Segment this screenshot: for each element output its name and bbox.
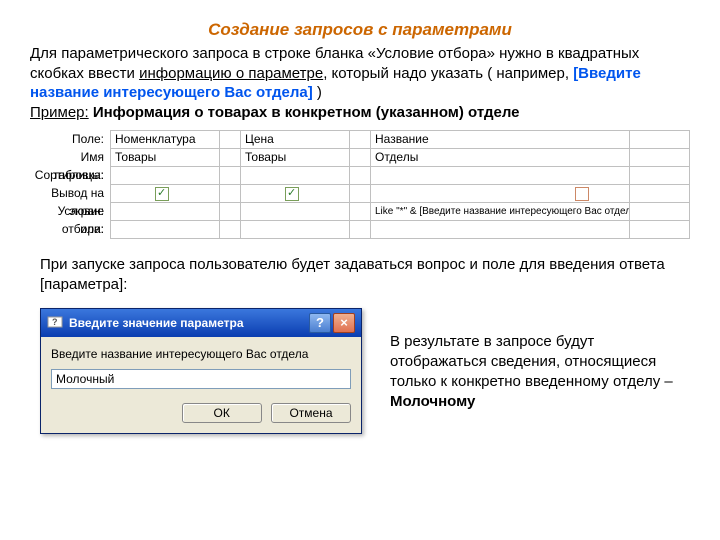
cell-c2-table[interactable]: Товары [240,149,350,167]
help-button[interactable]: ? [309,313,331,333]
cell-c2-or[interactable] [240,221,350,239]
checkbox-icon[interactable] [575,187,589,201]
cell-c4-show[interactable] [630,185,690,203]
intro-text-3: , который надо указать ( например, [323,65,573,82]
cell-c1-sort[interactable] [110,167,220,185]
cell-c4-table[interactable] [630,149,690,167]
query-design-grid: Поле: Имя таблицы: Сортировка: Вывод на … [30,130,690,239]
question-icon: ? [47,315,63,331]
parameter-dialog: ? Введите значение параметра ? × Введите… [40,308,362,434]
svg-text:?: ? [52,317,58,327]
parameter-input[interactable] [51,369,351,389]
label-criteria: Условие отбора: [30,202,104,220]
example-label: Пример: [30,104,89,121]
label-field: Поле: [30,130,104,148]
cell-c2-show[interactable] [240,185,350,203]
cell-c2-field[interactable]: Цена [240,131,350,149]
example-text: Информация о товарах в конкретном (указа… [89,104,520,121]
grid-cells: Номенклатура Цена Название Товары Товары… [110,130,690,239]
cell-c3-table[interactable]: Отделы [370,149,630,167]
cell-c4-field[interactable] [630,131,690,149]
checkbox-icon[interactable] [285,187,299,201]
cell-c3-show[interactable] [370,185,630,203]
close-button[interactable]: × [333,313,355,333]
result-paragraph: В результате в запросе будут отображатьс… [390,308,690,413]
cell-c2-criteria[interactable] [240,203,350,221]
cell-c4-or[interactable] [630,221,690,239]
label-show: Вывод на экран: [30,184,104,202]
cancel-button[interactable]: Отмена [271,403,351,423]
mid-paragraph: При запуске запроса пользователю будет з… [40,255,680,296]
checkbox-icon[interactable] [155,187,169,201]
result-text-1: В результате в запросе будут отображатьс… [390,333,673,391]
cell-c2-sort[interactable] [240,167,350,185]
label-sort: Сортировка: [30,166,104,184]
dialog-titlebar: ? Введите значение параметра ? × [41,309,361,337]
cell-c1-show[interactable] [110,185,220,203]
result-bold: Молочному [390,393,475,410]
cell-c1-or[interactable] [110,221,220,239]
grid-row-labels: Поле: Имя таблицы: Сортировка: Вывод на … [30,130,110,239]
intro-paragraph: Для параметрического запроса в строке бл… [30,44,690,122]
page-title: Создание запросов с параметрами [30,20,690,40]
cell-c1-criteria[interactable] [110,203,220,221]
cell-c4-criteria[interactable] [630,203,690,221]
cell-c1-field[interactable]: Номенклатура [110,131,220,149]
intro-text-4: ) [313,84,322,101]
ok-button[interactable]: ОК [182,403,262,423]
dialog-title: Введите значение параметра [69,316,244,330]
cell-c3-sort[interactable] [370,167,630,185]
dialog-prompt: Введите название интересующего Вас отдел… [51,347,351,361]
cell-c3-or[interactable] [370,221,630,239]
cell-c1-table[interactable]: Товары [110,149,220,167]
cell-c3-field[interactable]: Название [370,131,630,149]
cell-c4-sort[interactable] [630,167,690,185]
cell-c3-criteria[interactable]: Like "*" & [Введите название интересующе… [370,203,630,221]
intro-underline: информацию о параметре [139,65,323,82]
label-table: Имя таблицы: [30,148,104,166]
